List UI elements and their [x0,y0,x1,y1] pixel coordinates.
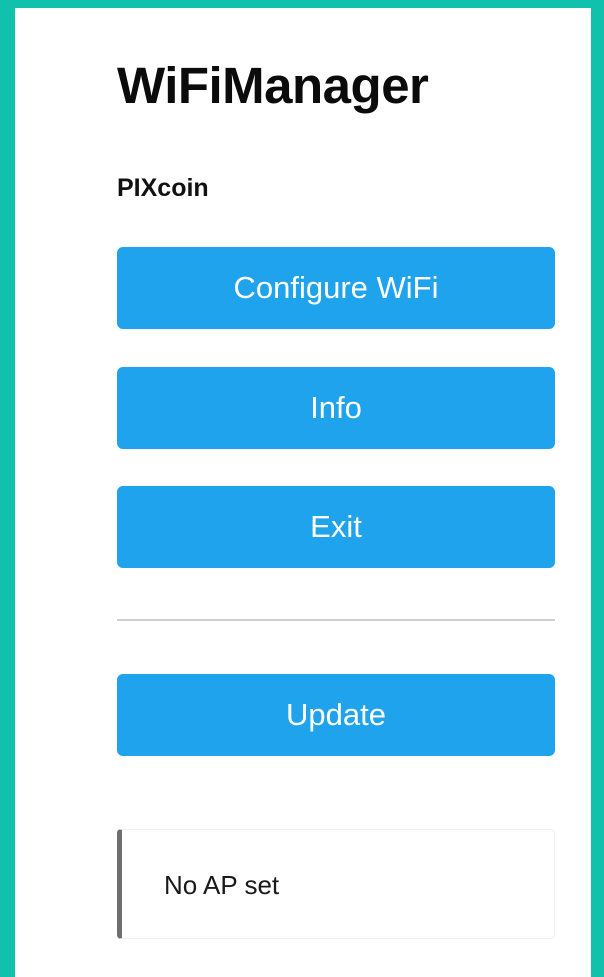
page-frame: WiFiManager PIXcoin Configure WiFi Info … [0,0,604,977]
status-message: No AP set [164,870,280,900]
configure-wifi-button[interactable]: Configure WiFi [117,247,555,329]
device-name: PIXcoin [117,174,209,202]
divider [117,619,555,621]
info-button[interactable]: Info [117,367,555,449]
page-title: WiFiManager [117,57,429,114]
exit-button[interactable]: Exit [117,486,555,568]
status-message-box: No AP set [117,829,555,939]
update-button[interactable]: Update [117,674,555,756]
